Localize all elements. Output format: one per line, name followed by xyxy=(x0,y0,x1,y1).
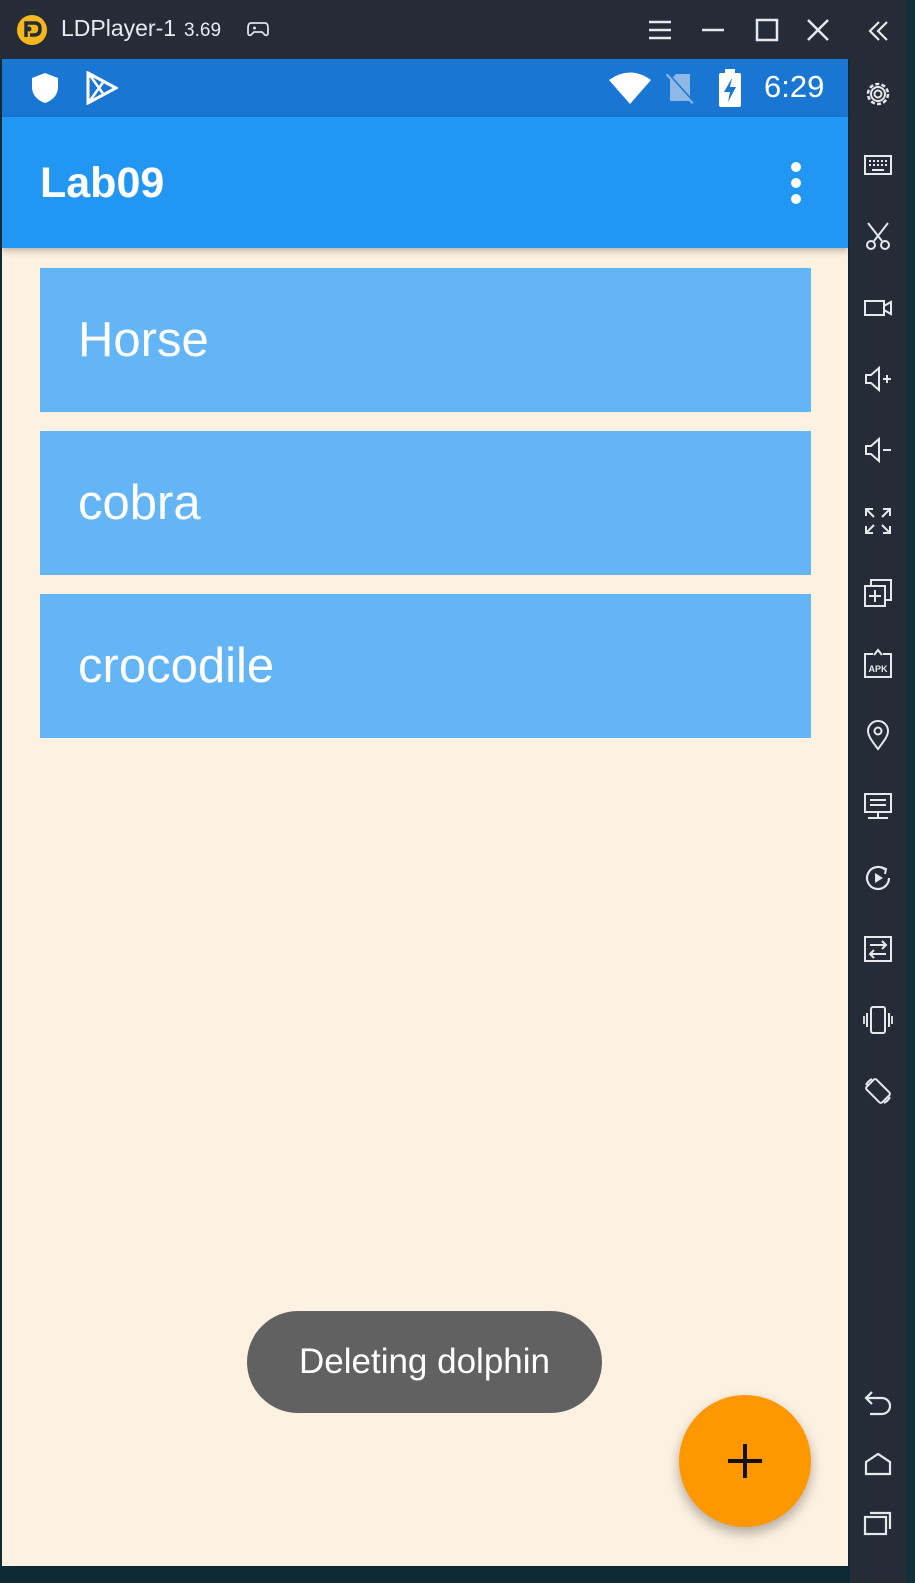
operation-record-icon[interactable] xyxy=(862,862,894,894)
keyboard-icon[interactable] xyxy=(862,149,894,181)
gamepad-icon[interactable] xyxy=(247,20,269,38)
location-icon[interactable] xyxy=(862,719,894,751)
page-title: Lab09 xyxy=(40,159,165,207)
list-item-label: crocodile xyxy=(78,639,275,693)
app-name: LDPlayer-1 xyxy=(61,15,177,41)
volume-down-icon[interactable] xyxy=(862,434,894,466)
menu-icon[interactable] xyxy=(644,14,676,46)
video-record-icon[interactable] xyxy=(862,292,894,324)
android-screen: 6:29 Lab09 Horse cobra crocodile Deletin… xyxy=(2,59,848,1566)
shake-icon[interactable] xyxy=(862,1004,894,1036)
rotate-icon[interactable] xyxy=(862,1075,894,1107)
battery-charging-icon xyxy=(719,69,741,107)
maximize-icon[interactable] xyxy=(751,14,783,46)
emulator-sidebar: APK xyxy=(850,0,906,1583)
recent-apps-icon[interactable] xyxy=(862,1507,894,1539)
list-item[interactable]: Horse xyxy=(40,268,811,412)
scissors-icon[interactable] xyxy=(862,220,894,252)
apk-install-icon[interactable]: APK xyxy=(862,648,894,680)
remote-desktop-icon[interactable] xyxy=(862,790,894,822)
list-item-label: Horse xyxy=(78,313,209,367)
settings-icon[interactable] xyxy=(862,78,894,110)
app-bar: Lab09 xyxy=(2,117,848,248)
close-icon[interactable] xyxy=(802,14,834,46)
list-item[interactable]: crocodile xyxy=(40,594,811,738)
wifi-icon xyxy=(609,72,651,104)
sync-icon[interactable] xyxy=(862,933,894,965)
svg-text:APK: APK xyxy=(868,664,888,674)
collapse-icon[interactable] xyxy=(862,15,894,47)
shield-icon xyxy=(32,73,58,103)
volume-up-icon[interactable] xyxy=(862,363,894,395)
overflow-menu-icon[interactable] xyxy=(788,161,804,205)
desktop-background-edge xyxy=(906,0,915,1583)
status-bar: 6:29 xyxy=(2,59,848,117)
no-sim-icon xyxy=(665,72,695,105)
back-icon[interactable] xyxy=(862,1387,894,1419)
toast-message: Deleting dolphin xyxy=(247,1311,602,1413)
list-item-label: cobra xyxy=(78,476,201,530)
play-store-icon xyxy=(86,71,118,105)
emulator-title-bar: LDPlayer-1 3.69 xyxy=(0,0,850,59)
fullscreen-icon[interactable] xyxy=(862,505,894,537)
add-button[interactable] xyxy=(679,1395,811,1527)
animal-list: Horse cobra crocodile xyxy=(40,268,811,757)
app-version: 3.69 xyxy=(184,20,222,41)
multi-instance-icon[interactable] xyxy=(862,577,894,609)
window-title: LDPlayer-1 3.69 xyxy=(61,15,221,42)
list-item[interactable]: cobra xyxy=(40,431,811,575)
add-icon xyxy=(728,1444,762,1478)
ldplayer-logo-icon xyxy=(17,15,47,45)
minimize-icon[interactable] xyxy=(697,14,729,46)
home-icon[interactable] xyxy=(862,1448,894,1480)
status-time: 6:29 xyxy=(764,69,825,104)
